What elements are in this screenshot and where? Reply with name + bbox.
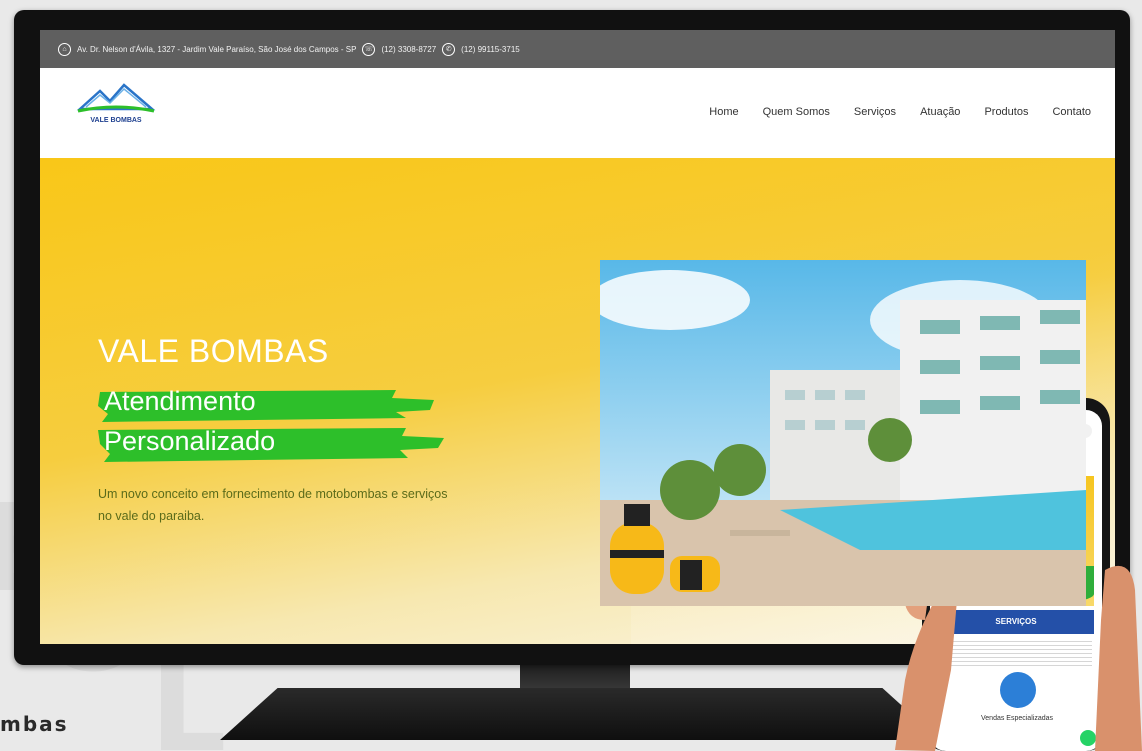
address-text: Av. Dr. Nelson d'Ávila, 1327 - Jardim Va… [77,44,357,54]
phone-icon: ☏ [362,42,376,56]
hero-description: Um novo conceito em fornecimento de moto… [98,487,448,523]
nav-contato[interactable]: Contato [1052,106,1091,118]
phone-text[interactable]: (12) 3308-8727 [381,45,436,54]
background-caption: mbas [0,712,69,736]
home-icon: ⌂ [58,42,71,56]
whatsapp-text[interactable]: (12) 99115-3715 [461,45,520,54]
nav-home[interactable]: Home [709,106,738,118]
hero-title: VALE BOMBAS [98,333,329,369]
nav-atuacao[interactable]: Atuação [920,106,960,118]
nav-produtos[interactable]: Produtos [984,106,1028,118]
nav-servicos[interactable]: Serviços [854,106,896,118]
vale-bombas-logo[interactable]: VALE BOMBAS [76,83,156,125]
hero-section: VALE BOMBAS Atendimento Personalizado Um… [40,158,1115,644]
nav-quem-somos[interactable]: Quem Somos [763,106,830,118]
hero-subtitle-line2: Personalizado [104,426,276,456]
nav-menu: Home Quem Somos Serviços Atuação Produto… [709,106,1091,118]
main-navigation: VALE BOMBAS Home Quem Somos Serviços Atu… [40,68,1115,159]
logo-text: VALE BOMBAS [90,117,142,124]
pool-apartments-photo [600,260,1086,606]
whatsapp-icon: ✆ [442,42,456,56]
hero-subtitle-line1: Atendimento [104,386,256,416]
monitor-stand-neck [520,662,630,692]
monitor-stand-base [220,688,940,740]
top-info-bar: ⌂ Av. Dr. Nelson d'Ávila, 1327 - Jardim … [40,30,1115,68]
monitor: ⌂ Av. Dr. Nelson d'Ávila, 1327 - Jardim … [14,10,1130,665]
website-screen: ⌂ Av. Dr. Nelson d'Ávila, 1327 - Jardim … [40,30,1115,644]
